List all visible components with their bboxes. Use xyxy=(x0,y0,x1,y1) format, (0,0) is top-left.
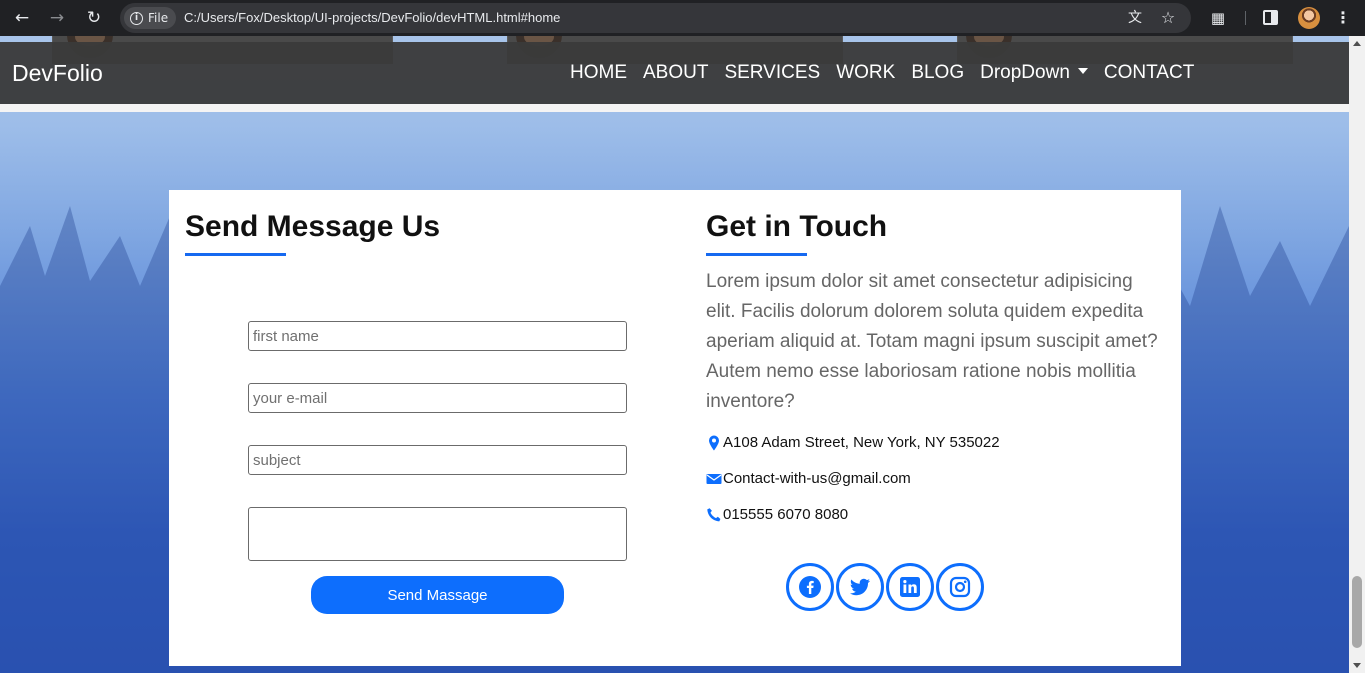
subject-input[interactable] xyxy=(248,445,627,475)
contact-card: Send Message Us Send Massage Get in Touc… xyxy=(169,190,1181,666)
page-scrollbar[interactable] xyxy=(1349,36,1365,673)
facebook-icon xyxy=(799,576,821,598)
star-icon[interactable]: ☆ xyxy=(1159,9,1177,27)
url-text[interactable]: C:/Users/Fox/Desktop/UI-projects/DevFoli… xyxy=(184,10,560,25)
phone-icon xyxy=(707,507,721,521)
email-text[interactable]: Contact-with-us@gmail.com xyxy=(723,470,911,487)
heading-underline xyxy=(185,253,286,256)
address-text: A108 Adam Street, New York, NY 535022 xyxy=(723,434,1000,451)
nav-dropdown[interactable]: DropDown xyxy=(980,62,1088,84)
caret-down-icon xyxy=(1077,67,1088,74)
envelope-icon xyxy=(706,473,722,484)
back-arrow-icon[interactable]: ← xyxy=(12,8,32,28)
site-info-chip[interactable]: i File xyxy=(124,7,177,29)
get-in-touch-heading: Get in Touch xyxy=(706,210,888,243)
nav-links: HOME ABOUT SERVICES WORK BLOG DropDown C… xyxy=(570,62,1194,84)
send-message-heading: Send Message Us xyxy=(185,210,441,243)
kebab-menu-icon[interactable]: ⋮ xyxy=(1335,8,1351,28)
brand-logo[interactable]: DevFolio xyxy=(12,60,103,87)
toolbar-divider xyxy=(1245,11,1246,25)
address-row: A108 Adam Street, New York, NY 535022 xyxy=(706,434,1000,451)
twitter-icon xyxy=(850,578,870,596)
nav-link-services[interactable]: SERVICES xyxy=(724,62,820,84)
nav-dropdown-label: DropDown xyxy=(980,62,1070,83)
translate-icon[interactable]: 文 xyxy=(1126,9,1144,27)
site-navbar: DevFolio HOME ABOUT SERVICES WORK BLOG D… xyxy=(0,42,1349,104)
scroll-down-arrow-icon[interactable] xyxy=(1353,663,1361,668)
facebook-link[interactable] xyxy=(786,563,834,611)
linkedin-link[interactable] xyxy=(886,563,934,611)
file-chip-label: File xyxy=(148,11,169,25)
message-textarea[interactable] xyxy=(248,507,627,561)
first-name-input[interactable] xyxy=(248,321,627,351)
extensions-icon[interactable]: ▦ xyxy=(1208,8,1228,28)
info-icon: i xyxy=(130,11,143,25)
heading-underline xyxy=(706,253,807,256)
social-links xyxy=(786,563,984,611)
send-message-button[interactable]: Send Massage xyxy=(311,576,564,614)
scroll-thumb[interactable] xyxy=(1352,576,1362,648)
nav-link-home[interactable]: HOME xyxy=(570,62,627,84)
instagram-icon xyxy=(949,576,971,598)
email-row: Contact-with-us@gmail.com xyxy=(706,470,911,487)
side-panel-icon[interactable] xyxy=(1263,10,1278,25)
page-viewport: DevFolio HOME ABOUT SERVICES WORK BLOG D… xyxy=(0,36,1349,673)
twitter-link[interactable] xyxy=(836,563,884,611)
address-bar[interactable]: i File C:/Users/Fox/Desktop/UI-projects/… xyxy=(120,3,1191,33)
nav-link-contact[interactable]: CONTACT xyxy=(1104,62,1194,84)
reload-icon[interactable]: ↻ xyxy=(84,8,104,28)
contact-description: Lorem ipsum dolor sit amet consectetur a… xyxy=(706,271,1158,412)
scroll-up-arrow-icon[interactable] xyxy=(1353,41,1361,46)
instagram-link[interactable] xyxy=(936,563,984,611)
profile-avatar[interactable] xyxy=(1298,7,1320,29)
browser-toolbar: ← → ↻ i File C:/Users/Fox/Desktop/UI-pro… xyxy=(0,0,1365,36)
nav-link-blog[interactable]: BLOG xyxy=(911,62,964,84)
forward-arrow-icon[interactable]: → xyxy=(47,8,67,28)
email-input[interactable] xyxy=(248,383,627,413)
phone-text: 015555 6070 8080 xyxy=(723,506,849,523)
linkedin-icon xyxy=(900,577,920,597)
navbar-bottom-edge xyxy=(0,104,1349,112)
nav-link-about[interactable]: ABOUT xyxy=(643,62,708,84)
nav-link-work[interactable]: WORK xyxy=(836,62,895,84)
phone-row: 015555 6070 8080 xyxy=(706,506,848,523)
map-pin-icon xyxy=(709,435,719,450)
